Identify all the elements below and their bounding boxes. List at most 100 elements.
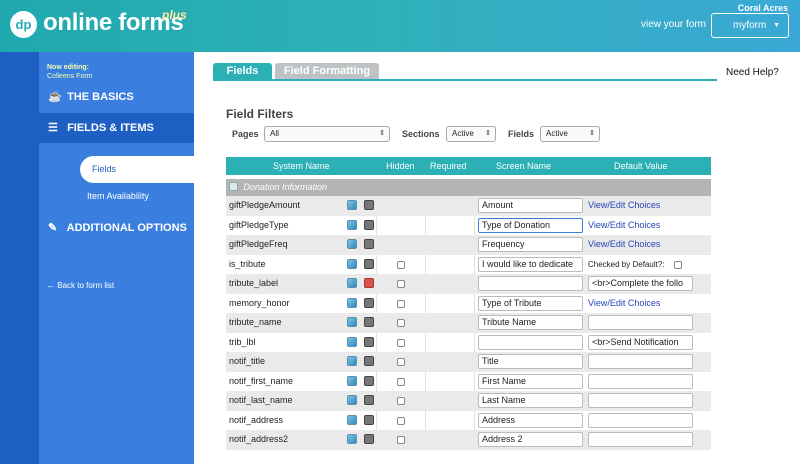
- nav-the-basics[interactable]: ☕ THE BASICS: [39, 82, 194, 112]
- screen-name-input[interactable]: I would like to dedicate: [478, 256, 583, 272]
- hidden-checkbox[interactable]: [397, 280, 405, 288]
- system-name: giftPledgeType: [229, 219, 289, 230]
- screen-name-input[interactable]: Type of Donation: [478, 217, 583, 233]
- edit-icon[interactable]: [347, 336, 357, 347]
- hidden-checkbox[interactable]: [397, 299, 405, 308]
- table-row: giftPledgeFreq Frequency View/Edit Choic…: [226, 235, 711, 255]
- delete-icon[interactable]: [364, 219, 374, 230]
- delete-icon[interactable]: [364, 336, 374, 347]
- form-select-value: myform: [733, 20, 767, 31]
- edit-icon[interactable]: [347, 297, 357, 308]
- table-row: notif_title Title: [226, 352, 711, 372]
- edit-icon[interactable]: [347, 278, 357, 288]
- screen-name-input[interactable]: [478, 276, 583, 291]
- screen-name-input[interactable]: Type of Tribute: [478, 295, 583, 311]
- screen-name-input[interactable]: Tribute Name: [478, 315, 583, 330]
- form-select[interactable]: myform ▼: [711, 13, 789, 38]
- system-name: giftPledgeAmount: [229, 200, 301, 210]
- delete-icon[interactable]: [364, 239, 374, 249]
- default-value-input[interactable]: [588, 315, 693, 330]
- default-value-input[interactable]: [588, 432, 693, 447]
- edit-icon[interactable]: [347, 200, 357, 210]
- edit-icon[interactable]: [347, 317, 357, 327]
- table-row: tribute_name Tribute Name: [226, 313, 711, 333]
- tab-underline: [213, 79, 717, 81]
- col-required: Required: [430, 161, 467, 171]
- screen-name-input[interactable]: [478, 334, 583, 350]
- back-to-form-list[interactable]: ← Back to form list: [47, 281, 114, 290]
- edit-icon[interactable]: [347, 375, 357, 386]
- fields-table-body: giftPledgeAmount Amount View/Edit Choice…: [226, 196, 711, 450]
- screen-name-input[interactable]: Amount: [478, 198, 583, 213]
- edit-icon[interactable]: [347, 395, 357, 405]
- tab-fields[interactable]: Fields: [213, 63, 272, 80]
- hidden-checkbox[interactable]: [397, 260, 405, 269]
- hidden-checkbox[interactable]: [397, 338, 405, 347]
- pages-filter-select[interactable]: All ⇕: [264, 126, 390, 142]
- default-value-input[interactable]: <br>Send Notification: [588, 334, 693, 350]
- hidden-checkbox[interactable]: [397, 358, 405, 366]
- section-row[interactable]: Donation Information: [226, 179, 711, 196]
- delete-icon[interactable]: [364, 200, 374, 210]
- select-arrows-icon: ⇕: [589, 130, 595, 137]
- pages-filter-value: All: [270, 129, 279, 138]
- default-value-input[interactable]: [588, 354, 693, 369]
- hidden-checkbox[interactable]: [397, 377, 405, 386]
- edit-icon[interactable]: [347, 356, 357, 366]
- edit-icon[interactable]: [347, 258, 357, 269]
- screen-name-input[interactable]: Address 2: [478, 432, 583, 447]
- hidden-checkbox[interactable]: [397, 397, 405, 405]
- delete-icon[interactable]: [364, 297, 374, 308]
- default-value-input[interactable]: [588, 393, 693, 408]
- system-name: tribute_name: [229, 317, 282, 327]
- screen-name-input[interactable]: Last Name: [478, 393, 583, 408]
- edit-icon[interactable]: [347, 414, 357, 425]
- logo-mark[interactable]: dp: [10, 11, 37, 38]
- tab-field-formatting[interactable]: Field Formatting: [275, 63, 379, 80]
- hidden-checkbox[interactable]: [397, 416, 405, 425]
- default-value-input[interactable]: <br>Complete the follo: [588, 276, 693, 291]
- subnav-fields[interactable]: Fields: [80, 156, 194, 183]
- default-value-input[interactable]: [588, 412, 693, 428]
- view-edit-choices-link[interactable]: View/Edit Choices: [588, 239, 660, 249]
- system-name: trib_lbl: [229, 336, 256, 347]
- table-row: notif_address2 Address 2: [226, 430, 711, 450]
- sections-filter-select[interactable]: Active ⇕: [446, 126, 496, 142]
- delete-icon[interactable]: [364, 317, 374, 327]
- screen-name-input[interactable]: First Name: [478, 373, 583, 389]
- hidden-checkbox[interactable]: [397, 436, 405, 444]
- view-edit-choices-link[interactable]: View/Edit Choices: [588, 220, 660, 230]
- edit-icon[interactable]: [347, 219, 357, 230]
- table-row: notif_first_name First Name: [226, 372, 711, 392]
- nav-fields-items[interactable]: ☰ FIELDS & ITEMS: [39, 113, 194, 143]
- delete-icon[interactable]: [364, 395, 374, 405]
- delete-icon[interactable]: [364, 414, 374, 425]
- screen-name-input[interactable]: Frequency: [478, 237, 583, 252]
- checked-by-default-label: Checked by Default?:: [588, 259, 665, 269]
- account-name[interactable]: Coral Acres: [738, 3, 788, 13]
- system-name: notif_address: [229, 414, 284, 425]
- edit-icon[interactable]: [347, 434, 357, 444]
- nav-additional-options[interactable]: ✎ ADDITIONAL OPTIONS: [39, 213, 194, 243]
- screen-name-input[interactable]: Title: [478, 354, 583, 369]
- default-value-input[interactable]: [588, 373, 693, 389]
- screen-name-input[interactable]: Address: [478, 412, 583, 428]
- delete-icon[interactable]: [364, 375, 374, 386]
- fields-filter-select[interactable]: Active ⇕: [540, 126, 600, 142]
- edit-icon[interactable]: [347, 239, 357, 249]
- view-edit-choices-link[interactable]: View/Edit Choices: [588, 298, 660, 308]
- checked-by-default-checkbox[interactable]: [674, 260, 682, 269]
- subnav-item-availability[interactable]: Item Availability: [87, 191, 149, 201]
- delete-icon[interactable]: [364, 278, 374, 288]
- delete-icon[interactable]: [364, 356, 374, 366]
- system-name: giftPledgeFreq: [229, 239, 288, 249]
- table-row: giftPledgeType Type of Donation View/Edi…: [226, 216, 711, 236]
- need-help-link[interactable]: Need Help?: [726, 67, 779, 78]
- delete-icon[interactable]: [364, 258, 374, 269]
- sections-filter-value: Active: [452, 129, 474, 138]
- view-edit-choices-link[interactable]: View/Edit Choices: [588, 200, 660, 210]
- hidden-checkbox[interactable]: [397, 319, 405, 327]
- view-form-link[interactable]: view your form: [641, 19, 706, 30]
- nav-the-basics-label: THE BASICS: [67, 91, 134, 103]
- delete-icon[interactable]: [364, 434, 374, 444]
